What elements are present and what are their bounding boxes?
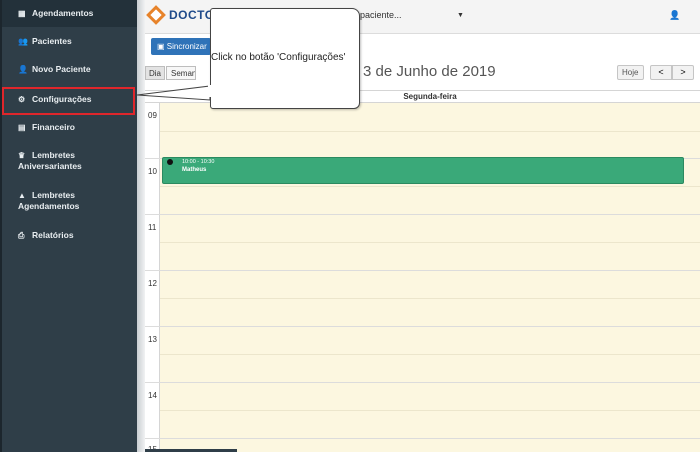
sidebar-item-label: Lembretes xyxy=(32,150,75,160)
sync-button[interactable]: ▣ Sincronizar xyxy=(151,38,211,55)
sidebar-item-configuracoes[interactable]: ⚙ Configurações xyxy=(2,94,132,105)
chevron-down-icon[interactable]: ▼ xyxy=(457,12,464,19)
half-hour-line xyxy=(160,354,700,355)
sidebar-item-title: ♛ Lembretes xyxy=(2,150,135,161)
sidebar-item-label: Financeiro xyxy=(32,122,75,132)
hour-line xyxy=(145,382,700,383)
print-icon: ⎙ xyxy=(18,231,25,240)
sidebar-item-label: Lembretes xyxy=(32,190,75,200)
event-time: 10:00 - 10:30 xyxy=(182,159,215,165)
calendar-icon: ▦ xyxy=(18,9,26,18)
sidebar-item-sublabel: Agendamentos xyxy=(18,201,80,211)
user-plus-icon: 👤 xyxy=(18,65,28,74)
hour-label: 10 xyxy=(148,167,157,176)
logo-diamond-icon xyxy=(146,5,166,25)
birthday-icon: ♛ xyxy=(18,151,26,160)
sidebar: ▦ Agendamentos 👥 Pacientes 👤 Novo Pacien… xyxy=(0,0,137,452)
half-hour-line xyxy=(160,298,700,299)
user-icon[interactable]: 👤 xyxy=(669,10,680,21)
chevron-right-icon: > xyxy=(680,67,686,77)
hour-label: 11 xyxy=(148,223,157,232)
bell-icon: ▲ xyxy=(18,191,26,200)
sidebar-item-financeiro[interactable]: ▤ Financeiro xyxy=(2,122,135,133)
view-week-button[interactable]: Semana xyxy=(166,66,196,80)
today-button[interactable]: Hoje xyxy=(617,65,644,80)
half-hour-line xyxy=(160,186,700,187)
hour-line xyxy=(145,270,700,271)
appointment-event[interactable]: 10:00 - 10:30 Matheus xyxy=(162,157,684,184)
callout-pointer-mask xyxy=(208,85,212,97)
event-patient-name: Matheus xyxy=(182,167,207,173)
sidebar-item-label: Novo Paciente xyxy=(32,64,91,74)
sidebar-item-agendamentos[interactable]: ▦ Agendamentos xyxy=(2,0,137,27)
users-icon: 👥 xyxy=(18,37,28,46)
sidebar-item-label: Pacientes xyxy=(32,36,72,46)
calculator-icon: ▤ xyxy=(18,123,26,132)
calendar-slots[interactable] xyxy=(160,103,700,452)
sidebar-item-novo-paciente[interactable]: 👤 Novo Paciente xyxy=(2,64,137,75)
sidebar-item-label: Configurações xyxy=(32,94,92,104)
sidebar-shadow xyxy=(137,0,145,452)
sidebar-item-pacientes[interactable]: 👥 Pacientes xyxy=(2,36,137,47)
hour-label: 14 xyxy=(148,391,157,400)
view-day-button[interactable]: Dia xyxy=(145,66,165,80)
sync-button-label: Sincronizar xyxy=(166,42,207,51)
calendar-grid: Segunda-feira 09 10 11 12 13 14 15 xyxy=(145,90,700,452)
event-dot-icon xyxy=(167,159,173,165)
hour-line xyxy=(145,326,700,327)
sidebar-item-lembretes-agendamentos[interactable]: ▲ Lembretes Agendamentos xyxy=(2,190,135,212)
sidebar-item-label: Agendamentos xyxy=(32,8,94,18)
calendar-check-icon: ▣ xyxy=(157,42,167,51)
next-button[interactable]: > xyxy=(672,65,694,80)
callout-text: Click no botão 'Configurações' xyxy=(211,52,346,63)
half-hour-line xyxy=(160,410,700,411)
half-hour-line xyxy=(160,242,700,243)
app-window: ▦ Agendamentos 👥 Pacientes 👤 Novo Pacien… xyxy=(0,0,700,452)
callout-pointer xyxy=(137,85,211,101)
hour-line xyxy=(145,438,700,439)
sidebar-item-relatorios[interactable]: ⎙ Relatórios xyxy=(2,230,135,241)
gear-icon: ⚙ xyxy=(18,95,26,104)
sidebar-item-label: Relatórios xyxy=(32,230,74,240)
patient-search-select[interactable]: paciente... xyxy=(360,10,402,20)
hour-label: 12 xyxy=(148,279,157,288)
hour-label: 09 xyxy=(148,111,157,120)
sidebar-item-title: ▲ Lembretes xyxy=(2,190,135,201)
calendar-date-title: 3 de Junho de 2019 xyxy=(363,63,496,80)
sidebar-item-lembretes-aniversariantes[interactable]: ♛ Lembretes Aniversariantes xyxy=(2,150,135,172)
prev-button[interactable]: < xyxy=(650,65,672,80)
sidebar-item-sublabel: Aniversariantes xyxy=(18,161,82,171)
half-hour-line xyxy=(160,131,700,132)
hour-line xyxy=(145,214,700,215)
chevron-left-icon: < xyxy=(658,67,664,77)
hour-label: 13 xyxy=(148,335,157,344)
